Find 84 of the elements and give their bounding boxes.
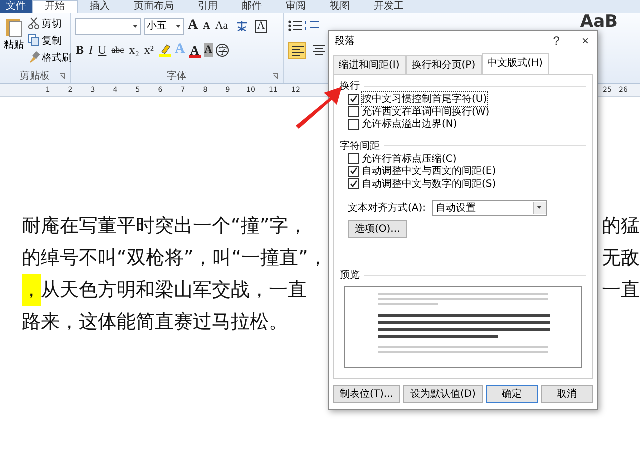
dropdown-caret-icon [133, 24, 138, 28]
section-title: 换行 [340, 79, 586, 93]
ribbon-tab[interactable]: 邮件 [230, 0, 274, 13]
document-text: 一直 [602, 278, 640, 303]
dialog-button[interactable]: 确定 [486, 385, 538, 403]
format-button[interactable]: A [202, 18, 212, 34]
checkbox-label[interactable]: 允许标点溢出边界(N) [362, 117, 458, 132]
format-button[interactable]: x₂ [128, 42, 140, 58]
section-title: 预览 [340, 268, 586, 282]
dialog-tab[interactable]: 中文版式(H) [482, 53, 549, 74]
ribbon-tab[interactable]: 审阅 [274, 0, 318, 13]
checkbox[interactable] [348, 166, 359, 177]
align-left-icon[interactable] [290, 44, 304, 58]
dropdown-caret-icon [537, 206, 542, 209]
phonetic-guide-icon[interactable] [235, 19, 250, 33]
dialog-button[interactable]: 取消 [540, 385, 593, 403]
font-size-value: 小五 [147, 20, 167, 33]
toolbar-button[interactable]: 格式刷 [28, 50, 72, 65]
checkbox-label[interactable]: 自动调整中文与数字的间距(S) [362, 176, 496, 191]
group-label: 剪贴板 [20, 70, 50, 83]
toolbar-button[interactable]: 剪切 [28, 16, 72, 31]
dialog-title: 段落 [335, 34, 356, 48]
format-button[interactable]: I [88, 42, 94, 58]
format-button[interactable]: Aa [214, 18, 230, 34]
format-button[interactable]: U [97, 42, 108, 58]
format-button[interactable]: A [187, 18, 200, 34]
align-center-icon[interactable] [311, 42, 325, 56]
format-button[interactable]: A [189, 42, 200, 58]
document-text: 无敌 [602, 246, 640, 271]
dropdown-value: 自动设置 [436, 202, 476, 215]
highlighted-text: ， [22, 274, 41, 306]
checkbox[interactable] [348, 106, 359, 118]
clipboard-icon [4, 16, 24, 38]
close-button[interactable]: × [582, 34, 589, 48]
dropdown-caret-icon [176, 24, 181, 28]
document-text: 路来，这体能简直赛过马拉松。 [22, 310, 288, 335]
section-title: 字符间距 [340, 138, 586, 152]
dialog-tab[interactable]: 换行和分页(P) [406, 55, 482, 74]
dialog-button[interactable]: 设为默认值(D) [403, 385, 483, 403]
dialog-launcher-icon[interactable] [59, 73, 66, 80]
checkbox-label[interactable]: 自动调整中文与西文的间距(E) [362, 164, 496, 178]
text-alignment-dropdown[interactable]: 自动设置 [432, 200, 548, 216]
toolbar-button[interactable]: 复制 [28, 33, 72, 48]
help-button[interactable]: ? [553, 34, 560, 48]
checkbox[interactable] [348, 178, 359, 190]
numbered-list-icon[interactable] [305, 20, 319, 32]
style-preview[interactable]: AaB [580, 14, 618, 30]
file-tab[interactable]: 文件 [0, 0, 32, 13]
checkbox[interactable] [348, 94, 359, 105]
format-button[interactable]: x² [143, 42, 155, 58]
field-label: 文本对齐方式(A): [348, 202, 426, 215]
dialog-tab[interactable]: 缩进和间距(I) [333, 55, 406, 74]
checkbox-label[interactable]: 按中文习惯控制首尾字符(U) [362, 92, 488, 106]
copy-icon [28, 34, 40, 47]
group-label: 字体 [167, 70, 187, 83]
document-text: 耐庵在写董平时突出一个“撞”字， [22, 214, 308, 239]
dialog-launcher-icon[interactable] [272, 73, 279, 80]
font-size-field[interactable]: 小五 [144, 18, 184, 34]
ribbon-tab[interactable]: 开发工 [362, 0, 416, 13]
format-button[interactable]: B [75, 42, 86, 58]
ribbon-tab[interactable]: 插入 [78, 0, 122, 13]
options-button[interactable]: 选项(O)... [348, 220, 408, 238]
document-text: 的猛 [602, 214, 640, 239]
highlighter-icon[interactable] [158, 43, 171, 57]
format-button[interactable]: abc [110, 42, 126, 58]
ribbon-tab[interactable]: 引用 [186, 0, 230, 13]
ribbon-tab[interactable]: 页面布局 [122, 0, 186, 13]
checkbox[interactable] [348, 153, 359, 164]
document-text: 的绰号不叫“双枪将”，叫“一撞直”， [22, 246, 328, 271]
paintbrush-icon [28, 51, 40, 64]
ribbon-tab[interactable]: 视图 [318, 0, 362, 13]
checkbox-label[interactable]: 允许行首标点压缩(C) [362, 152, 457, 166]
checkbox[interactable] [348, 118, 359, 130]
format-button[interactable]: A [255, 20, 268, 32]
document-text: 从天色方明和梁山军交战，一直 [41, 278, 307, 303]
paste-button[interactable]: 粘贴 [4, 16, 24, 69]
bullet-list-icon[interactable] [288, 20, 302, 32]
checkbox-label[interactable]: 允许西文在单词中间换行(W) [362, 104, 490, 119]
ribbon-tab[interactable]: 开始 [32, 0, 78, 13]
scissors-icon [28, 17, 40, 30]
dialog-button[interactable]: 制表位(T)... [333, 385, 400, 403]
font-name-field[interactable] [75, 18, 141, 34]
format-button[interactable]: 字 [216, 44, 230, 56]
format-button[interactable]: A [204, 43, 214, 57]
